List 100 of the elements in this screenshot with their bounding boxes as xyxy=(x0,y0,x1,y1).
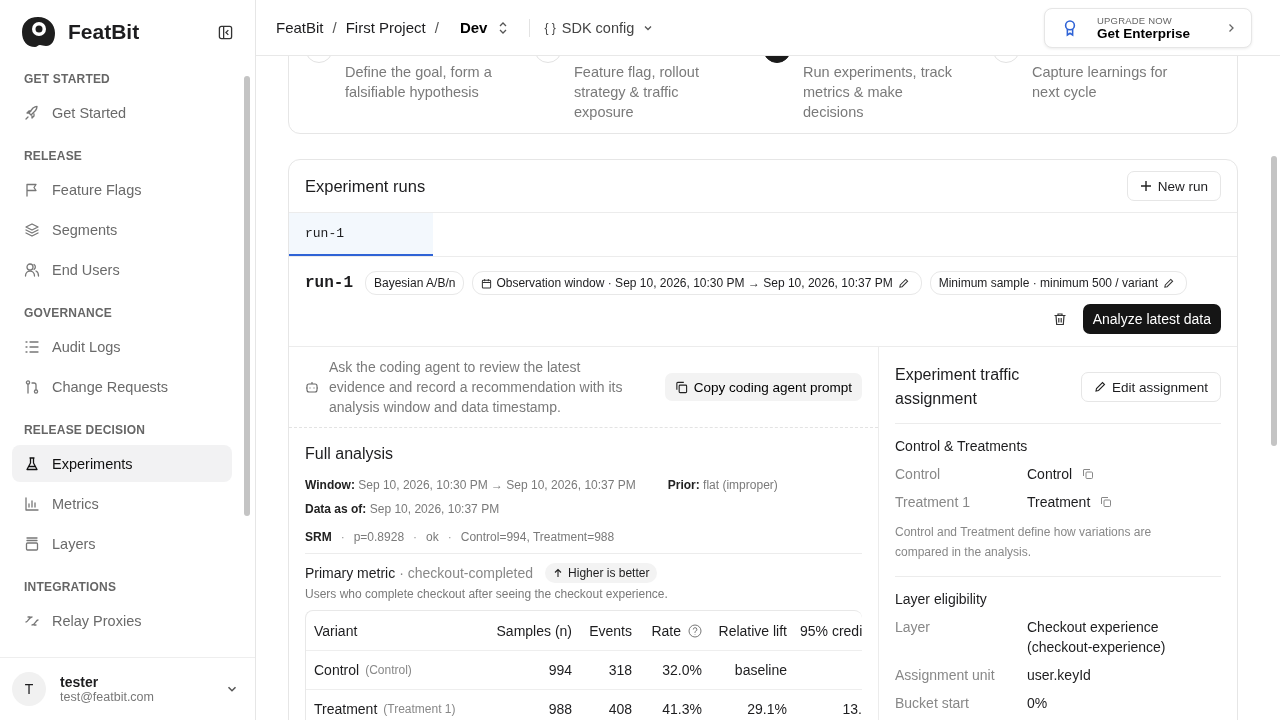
observation-window-chip[interactable]: Observation window · Sep 10, 2026, 10:30 PM → Sep 10, 2026, 10:37 PM xyxy=(472,271,922,295)
table-cell: Treatment xyxy=(314,701,378,717)
meta-label: Window: xyxy=(305,478,355,492)
nav-item[interactable]: Segments xyxy=(12,211,232,248)
new-run-button[interactable]: New run xyxy=(1126,171,1221,201)
table-cell: 13. xyxy=(842,701,862,717)
step-description: Capture learnings for next cycle xyxy=(1031,63,1169,102)
metric-label: Primary metric xyxy=(305,565,396,581)
section-title: Full analysis xyxy=(305,445,395,463)
environment-selector[interactable]: Dev xyxy=(455,19,514,36)
separator-dot: · xyxy=(447,530,452,544)
separator-dot: · xyxy=(413,530,418,544)
breadcrumb-link[interactable]: FeatBit xyxy=(276,19,324,36)
variant-tag: (Control) xyxy=(365,663,412,677)
field-value: user.keyId xyxy=(1027,666,1091,685)
minimum-sample-chip[interactable]: Minimum sample · minimum 500 / variant xyxy=(929,271,1188,295)
edit-assignment-button[interactable]: Edit assignment xyxy=(1080,372,1221,402)
field-label: Layer xyxy=(895,618,932,637)
meta-value: Sep 10, 2026, 10:37 PM xyxy=(369,502,500,516)
field-label: Bucket start xyxy=(895,694,970,713)
panel-title: Experiment traffic assignment xyxy=(895,365,1021,409)
delete-icon[interactable] xyxy=(1052,312,1067,326)
field-value: Treatment xyxy=(1027,493,1091,512)
srm-label: SRM xyxy=(305,530,332,544)
step-description: Define the goal, form a falsifiable hypothesis xyxy=(344,63,493,102)
table-cell: 318 xyxy=(608,662,632,678)
column-header: Rate xyxy=(651,622,681,639)
table-cell: 29.1% xyxy=(747,701,787,717)
user-email: test@featbit.com xyxy=(60,690,155,704)
flask-icon xyxy=(24,455,40,472)
column-header: Relative lift xyxy=(718,622,787,639)
srm-value: Control=994, Treatment=988 xyxy=(460,530,615,544)
nav-item[interactable]: Experiments xyxy=(12,445,232,482)
plus-icon xyxy=(1139,180,1152,192)
nav-item[interactable]: Change Requests xyxy=(12,368,232,405)
table-cell: 994 xyxy=(548,662,572,678)
upgrade-button[interactable]: UPGRADE NOW Get Enterprise xyxy=(1044,7,1252,48)
nav-item[interactable]: End Users xyxy=(12,251,232,288)
brand-name: FeatBit xyxy=(68,20,141,44)
field-value: Control xyxy=(1027,465,1073,484)
column-header: Events xyxy=(589,622,632,639)
srm-value: ok xyxy=(426,530,439,544)
copy-icon xyxy=(674,380,688,394)
list-icon xyxy=(24,338,40,355)
sdk-config-menu[interactable]: { } SDK config xyxy=(544,19,655,36)
nav-item[interactable]: Layers xyxy=(12,525,232,562)
nav-item[interactable]: Feature Flags xyxy=(12,171,232,208)
flag-icon xyxy=(24,181,40,198)
user-avatar: T xyxy=(12,672,46,706)
copy-icon[interactable] xyxy=(1082,468,1095,480)
stack-icon xyxy=(24,535,40,552)
metric-name: · checkout-completed xyxy=(399,565,534,581)
analyze-button[interactable]: Analyze latest data xyxy=(1082,304,1221,334)
run-tab[interactable]: run-1 xyxy=(289,213,433,256)
separator-dot: · xyxy=(340,530,345,544)
breadcrumb-separator: / xyxy=(434,19,439,36)
breadcrumb-link[interactable]: First Project xyxy=(345,19,426,36)
nav-item[interactable]: Relay Proxies xyxy=(12,602,232,639)
help-icon[interactable] xyxy=(688,623,702,638)
nav-section-title: INTEGRATIONS xyxy=(23,579,118,596)
run-name: run-1 xyxy=(305,274,353,292)
field-label: Control xyxy=(895,465,942,484)
column-header: Samples (n) xyxy=(496,622,572,639)
agent-instructions: Ask the coding agent to review the latest evidence and record a recommendation with its analysis window and data timestamp. xyxy=(329,358,624,417)
subsection-title: Control & Treatments xyxy=(895,438,1029,454)
method-badge: Bayesian A/B/n xyxy=(365,271,465,295)
nav-item[interactable]: Audit Logs xyxy=(12,328,232,365)
metric-description: Users who complete checkout after seeing the checkout experience. xyxy=(305,587,669,601)
direction-badge: Higher is better xyxy=(545,563,658,583)
bar-chart-icon xyxy=(24,495,40,512)
sidebar-collapse-icon[interactable] xyxy=(218,24,233,40)
step-description: Run experiments, track metrics & make decisions xyxy=(802,63,954,122)
nav-section-title: GET STARTED xyxy=(23,71,111,88)
meta-value: Sep 10, 2026, 10:30 PM → Sep 10, 2026, 10:37 PM xyxy=(358,478,636,492)
branch-icon xyxy=(24,378,40,395)
award-icon xyxy=(1063,17,1077,38)
nav-section-title: RELEASE xyxy=(23,148,84,165)
copy-icon[interactable] xyxy=(1100,496,1113,508)
column-header: Variant xyxy=(314,622,358,639)
breadcrumb-separator: / xyxy=(332,19,337,36)
nav-item[interactable]: Metrics xyxy=(12,485,232,522)
table-cell: 41.3% xyxy=(662,701,702,717)
column-header: 95% credi xyxy=(800,622,862,639)
field-label: Treatment 1 xyxy=(895,493,971,512)
table-cell: 988 xyxy=(548,701,572,717)
table-cell: baseline xyxy=(734,662,787,678)
nav-item[interactable]: Get Started xyxy=(12,94,232,131)
srm-value: p=0.8928 xyxy=(353,530,405,544)
field-value: 0% xyxy=(1027,694,1048,713)
table-cell: 408 xyxy=(608,701,632,717)
copy-prompt-button[interactable]: Copy coding agent prompt xyxy=(664,373,862,401)
field-label: Assignment unit xyxy=(895,666,996,685)
meta-label: Data as of: xyxy=(305,502,367,516)
table-cell: Control xyxy=(314,662,360,678)
pencil-icon xyxy=(897,277,909,289)
pencil-icon xyxy=(1093,381,1106,393)
rocket-icon xyxy=(24,104,40,121)
arrow-up-icon xyxy=(553,568,564,578)
step-description: Feature flag, rollout strategy & traffic exposure xyxy=(573,63,700,122)
user-name: tester xyxy=(60,674,100,690)
